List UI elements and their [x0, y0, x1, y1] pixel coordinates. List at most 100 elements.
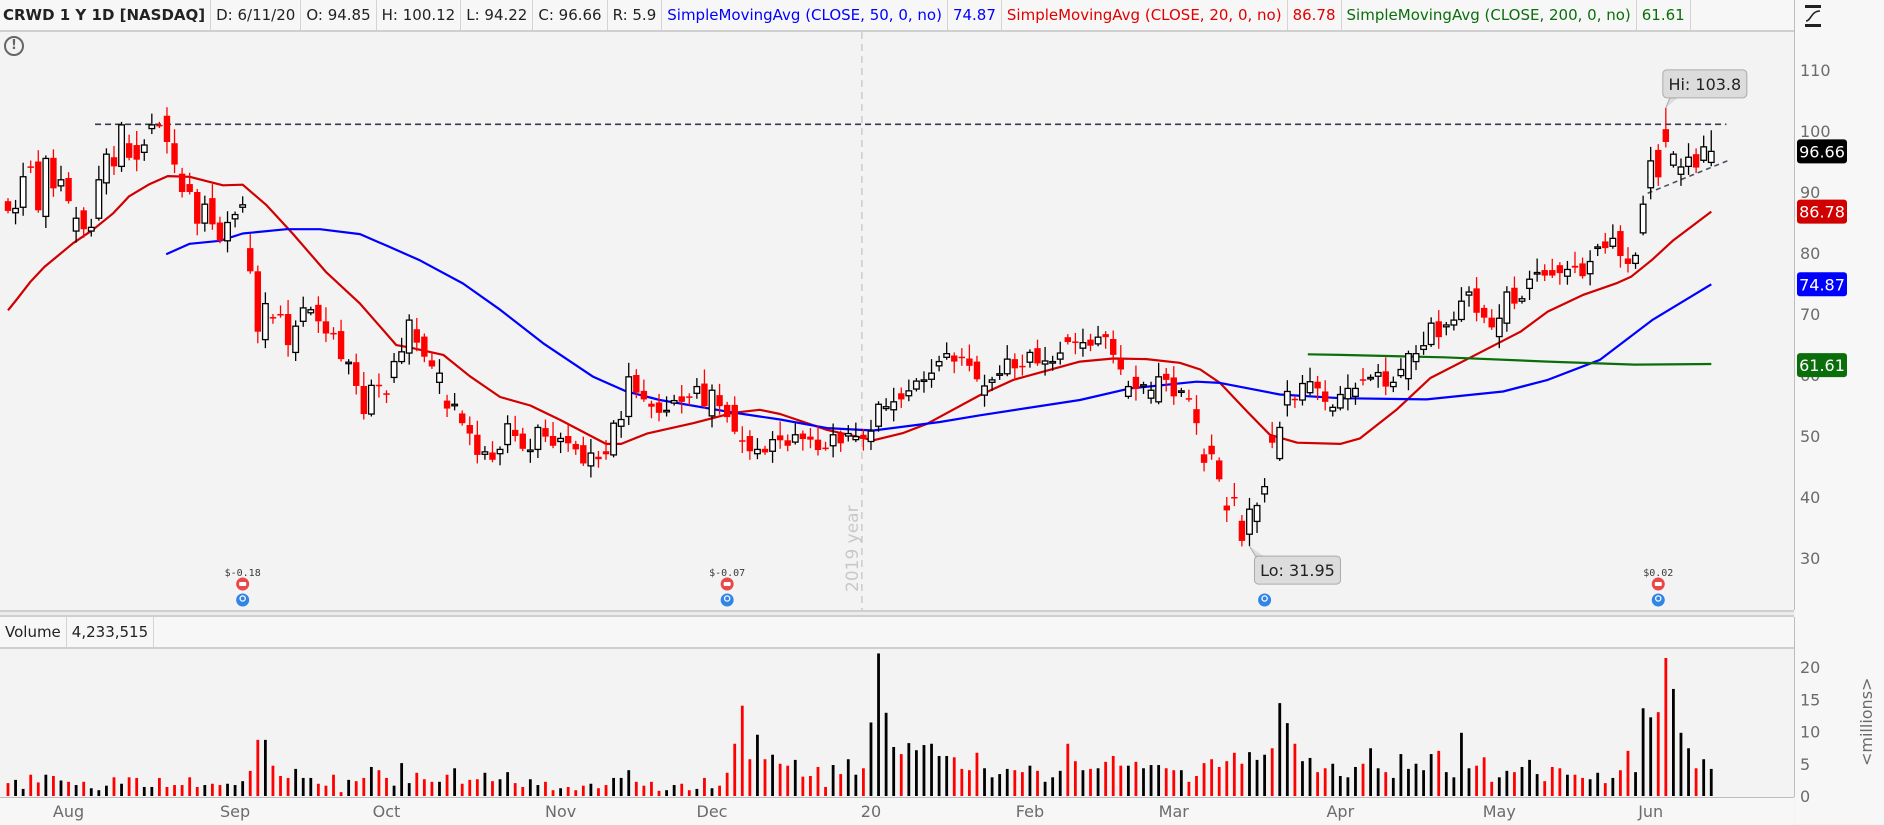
volume-bar: [756, 734, 759, 796]
candle-body-up: [42, 157, 50, 218]
volume-bar: [1013, 770, 1017, 796]
candle-body-up: [201, 203, 209, 224]
candle-body-up: [1647, 160, 1655, 189]
candle-body-up: [57, 179, 65, 187]
volume-bar: [801, 776, 805, 796]
volume-bar: [1543, 781, 1547, 796]
volume-bar: [687, 790, 691, 796]
candle-body-down: [1602, 241, 1609, 249]
volume-bar: [362, 777, 366, 796]
candle-body-up: [1594, 246, 1602, 250]
volume-bar: [59, 780, 63, 796]
volume-bar: [453, 768, 457, 796]
volume-bar: [1255, 759, 1259, 796]
candle-body-up: [1283, 390, 1291, 406]
volume-bar: [877, 653, 880, 796]
candle-body-up: [102, 153, 110, 184]
candle-body-down: [511, 429, 519, 436]
candle-body-down: [1231, 497, 1238, 499]
volume-bar: [1036, 770, 1039, 796]
candle-body-down: [1011, 359, 1019, 369]
candle-body-down: [1655, 149, 1662, 178]
candle-body-down: [125, 143, 133, 158]
volume-bar: [52, 776, 55, 796]
volume-bar: [612, 777, 615, 796]
candle-body-up: [829, 434, 837, 447]
candle-body-down: [80, 210, 87, 230]
candle-body-down: [519, 433, 526, 449]
volume-bar: [415, 772, 419, 796]
candle-body-up: [95, 179, 103, 219]
candle-body-down: [489, 452, 496, 460]
candle-body-up: [912, 380, 920, 390]
volume-bar: [286, 777, 290, 796]
candle-body-up: [928, 372, 935, 380]
volume-bar: [1217, 766, 1221, 796]
volume-bar: [710, 788, 714, 796]
candle-body-down: [1359, 379, 1367, 381]
volume-bar: [1020, 772, 1024, 796]
volume-bar: [195, 786, 199, 796]
candle-body-down: [1435, 321, 1442, 338]
candle-body-down: [1072, 341, 1079, 343]
price-axis-tick: 110: [1800, 61, 1831, 80]
volume-bar: [1603, 783, 1607, 796]
volume-bar: [619, 777, 623, 796]
candle-body-down: [1163, 373, 1170, 380]
candle-body-down: [746, 436, 754, 452]
candle-body-up: [12, 207, 20, 214]
candle-body-down: [1064, 337, 1071, 343]
candle-body-down: [860, 434, 867, 440]
volume-bar: [1308, 757, 1312, 796]
volume-bar: [1656, 712, 1660, 796]
volume-bar: [1331, 763, 1335, 796]
volume-bar: [1437, 750, 1441, 796]
candle-body-down: [542, 428, 549, 437]
candle-body-up: [1124, 385, 1132, 397]
volume-bar: [672, 785, 676, 796]
candle-body-up: [1246, 508, 1253, 535]
volume-bar: [1414, 763, 1418, 796]
volume-bar: [892, 746, 896, 796]
volume-bar: [528, 779, 532, 796]
volume-bar: [460, 783, 464, 796]
volume-bar: [1550, 766, 1554, 796]
high-callout-label: Hi: 103.8: [1668, 75, 1741, 94]
volume-bar: [1179, 770, 1183, 796]
candle-body-up: [299, 307, 307, 322]
volume-bar: [445, 774, 449, 796]
candle-body-down: [640, 390, 648, 400]
volume-bar: [1619, 770, 1622, 796]
candle-body-up: [587, 452, 595, 467]
candle-body-up: [118, 124, 125, 168]
candle-body-down: [1170, 377, 1177, 397]
candle-body-down: [1223, 505, 1230, 511]
candle-body-down: [1238, 520, 1246, 541]
candle-body-down: [421, 336, 428, 357]
candle-body-up: [1261, 485, 1269, 495]
candle-body-up: [1563, 268, 1571, 277]
volume-bar: [1709, 768, 1713, 796]
volume-bar: [642, 785, 646, 796]
earnings-value: $-0.18: [225, 568, 261, 579]
candle-body-down: [564, 436, 572, 444]
candle-body-up: [996, 373, 1004, 376]
candle-body-up: [708, 389, 716, 417]
last-price-badge: 96.66: [1799, 142, 1845, 161]
volume-bar: [44, 774, 48, 796]
volume-bar: [354, 781, 358, 796]
candle-body-down: [1208, 445, 1215, 455]
candle-body-up: [504, 423, 512, 446]
volume-bar: [1641, 708, 1645, 796]
volume-bar: [241, 781, 245, 796]
candle-body-up: [1450, 319, 1458, 326]
candle-body-down: [1473, 288, 1480, 313]
year-divider-label: 2019 year: [843, 505, 863, 592]
candle-body-down: [4, 201, 12, 211]
volume-bar: [1528, 759, 1531, 796]
volume-axis-tick: 10: [1800, 723, 1820, 742]
volume-bar: [506, 772, 510, 796]
candle-body-down: [1549, 270, 1556, 276]
candle-body-down: [247, 248, 254, 272]
price-chart[interactable]: 2019 year11010090807060504030AugSepOctNo…: [0, 0, 1884, 824]
